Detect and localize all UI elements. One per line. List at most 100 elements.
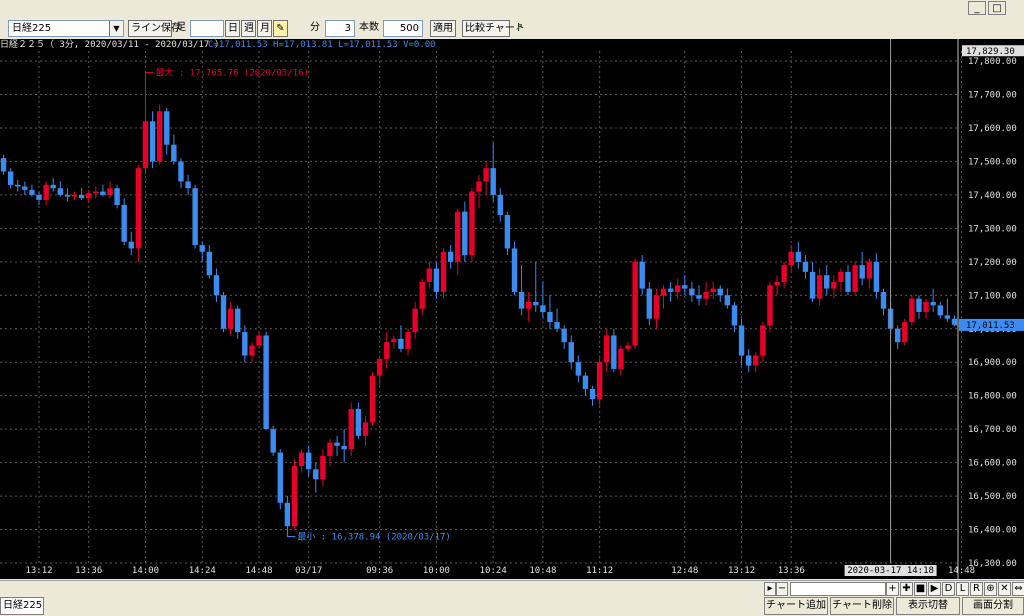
candle-body <box>809 271 816 299</box>
symbol-value: 日経225 <box>12 23 52 34</box>
candle-body <box>866 261 872 279</box>
stop-button[interactable]: ■ <box>914 582 927 596</box>
y-axis: 17,800.00 17,700.00 17,600.00 17,500.00 17,4… <box>957 39 1017 579</box>
line-save-button[interactable]: ライン保存 <box>128 20 181 37</box>
cursor-y-label: 17,829.30 <box>966 47 1015 57</box>
candle-body <box>78 194 85 199</box>
compare-chart-button[interactable]: 比較チャート <box>462 20 525 37</box>
candle-body <box>554 322 560 329</box>
minute-input[interactable]: 3 <box>325 20 355 37</box>
pencil-icon[interactable]: ✎ <box>273 20 288 37</box>
maximize-button[interactable]: □ <box>988 1 1006 15</box>
chart-area[interactable]: 17,800.00 17,700.00 17,600.00 17,500.00 17,4… <box>0 39 1024 579</box>
zoom-out-button[interactable]: − <box>776 582 788 596</box>
candle-body <box>199 245 205 252</box>
zoom-slider[interactable] <box>790 582 886 596</box>
candle-body <box>43 184 49 200</box>
zoom-in-button[interactable]: + <box>886 582 899 596</box>
candle-body <box>760 325 766 356</box>
scroll-right-button[interactable]: ▸ <box>764 582 776 596</box>
candle-body <box>653 295 660 319</box>
candle-body <box>263 335 269 430</box>
candle-body <box>717 288 723 296</box>
candle-body <box>774 281 780 286</box>
symbol-select[interactable]: 日経225 ▼ <box>8 20 124 37</box>
fit-button[interactable]: ⇔ <box>1012 582 1024 596</box>
scroll-bar[interactable]: ▸ − + ✚ ■ ▶ D L R ⊕ ✕ ⇔ <box>0 580 1024 597</box>
candle-body <box>29 189 35 195</box>
candle-body <box>476 181 482 192</box>
fixed-label: 足 <box>176 22 186 33</box>
min-annotation: 最小 : 16,378.94 (2020/03/17) <box>297 532 450 543</box>
d-button[interactable]: D <box>942 582 955 596</box>
candle-body <box>682 285 688 289</box>
y-tick-label: 16,400.00 <box>968 526 1017 536</box>
toggle-view-button[interactable]: 表示切替 <box>896 597 960 615</box>
l-button[interactable]: L <box>956 582 969 596</box>
candle-body <box>880 291 887 309</box>
x-tick-label: 14:48 <box>948 566 975 576</box>
candle-body <box>788 251 794 266</box>
week-button[interactable]: 週 <box>241 20 256 37</box>
r-button[interactable]: R <box>970 582 983 596</box>
candle-body <box>433 268 440 292</box>
minimize-button[interactable]: _ <box>968 1 986 15</box>
count-input[interactable]: 500 <box>383 20 423 37</box>
bottom-bar: 日経225 チャート追加 チャート削除 表示切替 画面分割 <box>0 596 1024 616</box>
chevron-down-icon[interactable]: ▼ <box>109 21 123 36</box>
candle-body <box>412 308 418 333</box>
candle-body <box>568 342 574 363</box>
candle-body <box>206 251 213 276</box>
split-screen-button[interactable]: 画面分割 <box>962 597 1024 615</box>
candle-body <box>313 469 319 480</box>
candle-body <box>270 429 276 453</box>
candle-body <box>937 305 943 316</box>
candle-body <box>171 144 177 162</box>
candle-body <box>50 184 56 189</box>
month-button[interactable]: 月 <box>257 20 272 37</box>
candle-body <box>525 301 532 309</box>
play-button[interactable]: ▶ <box>928 582 941 596</box>
x-tick-label: 10:48 <box>529 566 556 576</box>
candles <box>0 72 958 537</box>
candle-body <box>838 271 844 282</box>
x-tick-label: 12:48 <box>671 566 698 576</box>
candle-body <box>36 194 42 200</box>
trend-icon[interactable]: ↗ <box>514 20 532 37</box>
candle-body <box>277 452 284 503</box>
x-tick-label: 03/17 <box>295 566 322 576</box>
day-button[interactable]: 日 <box>225 20 240 37</box>
candle-body <box>185 181 191 189</box>
candlestick-chart[interactable]: 17,800.00 17,700.00 17,600.00 17,500.00 17,4… <box>0 39 1024 579</box>
max-annotation: 最大 : 17,765.78 (2020/03/16) <box>155 66 308 78</box>
magnify-button[interactable]: ⊕ <box>984 582 997 596</box>
x-tick-label: 11:12 <box>586 566 613 576</box>
candle-body <box>341 445 347 450</box>
candle-body <box>220 295 227 329</box>
candle-body <box>305 452 312 470</box>
x-tick-label: 14:00 <box>132 566 159 576</box>
candle-body <box>561 328 567 343</box>
add-chart-button[interactable]: チャート追加 <box>764 597 828 615</box>
remove-chart-button[interactable]: チャート削除 <box>830 597 894 615</box>
minute-label: 分 <box>310 22 320 33</box>
candle-body <box>745 355 752 366</box>
chart-title: 日経２２５（ 3分, 2020/03/11 - 2020/03/17 ） <box>0 40 224 50</box>
apply-button[interactable]: 適用 <box>430 20 456 37</box>
candle-body <box>384 342 390 359</box>
tab-nikkei225[interactable]: 日経225 <box>0 597 44 615</box>
candle-body <box>582 375 589 389</box>
candle-body <box>611 335 617 369</box>
candle-body <box>490 168 496 195</box>
candle-body <box>376 358 383 376</box>
close-button[interactable]: ✕ <box>998 582 1011 596</box>
candle-body <box>447 251 454 262</box>
candle-body <box>334 442 340 446</box>
candle-body <box>596 362 603 400</box>
move-button[interactable]: ✚ <box>900 582 913 596</box>
fixed-input[interactable] <box>190 20 224 37</box>
candle-body <box>518 291 525 309</box>
y-tick-label: 17,100.00 <box>968 291 1017 301</box>
candle-body <box>547 312 553 323</box>
candle-body <box>64 194 71 197</box>
